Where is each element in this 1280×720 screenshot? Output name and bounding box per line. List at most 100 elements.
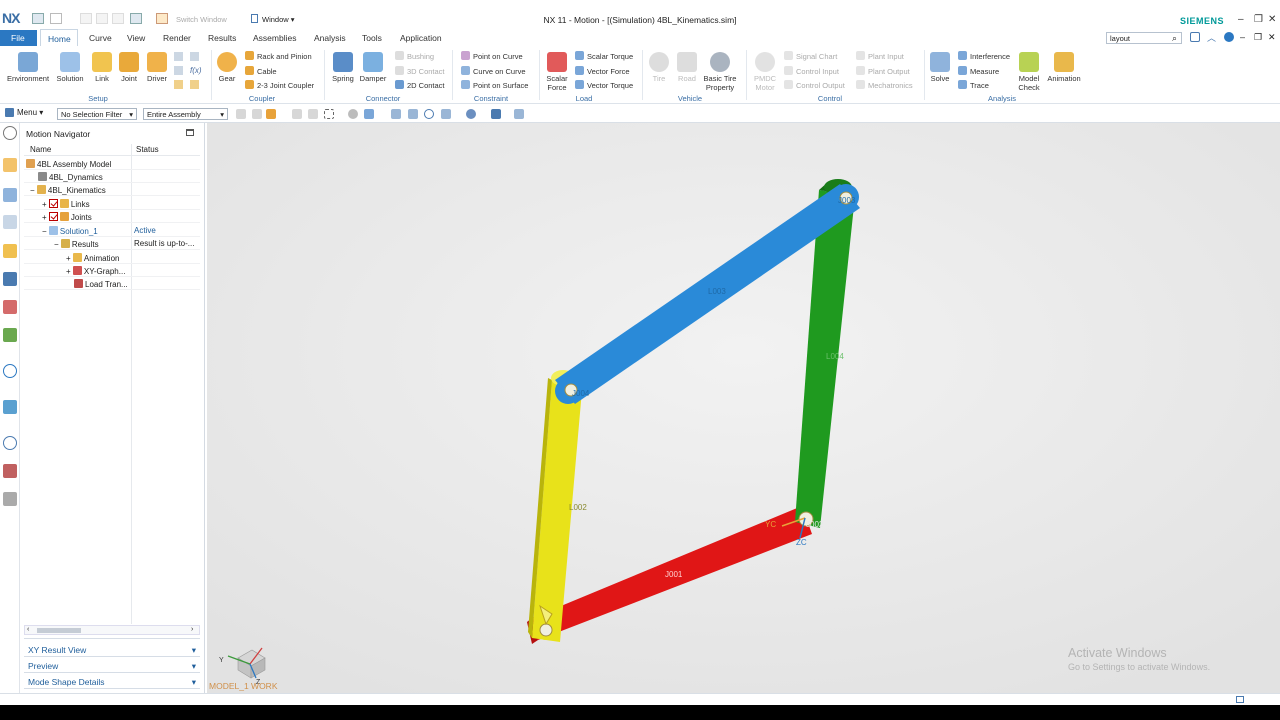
tab-analysis[interactable]: Analysis bbox=[314, 33, 346, 43]
preview-panel[interactable]: Preview ▾ bbox=[24, 659, 200, 673]
pmdc-motor-button[interactable]: PMDC Motor bbox=[750, 52, 780, 92]
expand-icon[interactable]: + bbox=[42, 200, 47, 209]
clock-icon[interactable] bbox=[3, 436, 17, 450]
render-style-icon[interactable] bbox=[466, 109, 476, 119]
joint-coupler-button[interactable]: 2-3 Joint Coupler bbox=[245, 80, 314, 90]
history-icon[interactable] bbox=[3, 364, 17, 378]
animation-button[interactable]: Animation bbox=[1044, 52, 1084, 83]
select-feature-icon[interactable] bbox=[236, 109, 246, 119]
2d-contact-button[interactable]: 2D Contact bbox=[395, 80, 445, 90]
tree-row-dynamics[interactable]: 4BL_Dynamics bbox=[24, 170, 200, 183]
web-browser-icon[interactable] bbox=[3, 328, 17, 342]
constraint-icon[interactable] bbox=[190, 52, 199, 61]
cable-button[interactable]: Cable bbox=[245, 66, 277, 76]
scroll-right-icon[interactable]: › bbox=[191, 626, 193, 633]
scalar-torque-button[interactable]: Scalar Torque bbox=[575, 51, 633, 61]
part-navigator-icon[interactable] bbox=[3, 215, 17, 229]
motion-navigator-icon[interactable] bbox=[3, 158, 17, 172]
reuse-library-icon[interactable] bbox=[3, 272, 17, 286]
select-face-icon[interactable] bbox=[252, 109, 262, 119]
point-on-curve-button[interactable]: Point on Curve bbox=[461, 51, 523, 61]
damper-button[interactable]: Damper bbox=[358, 52, 388, 83]
constraint-navigator-icon[interactable] bbox=[3, 244, 17, 258]
control-output-button[interactable]: Control Output bbox=[784, 80, 845, 90]
maximize-panel-icon[interactable] bbox=[186, 129, 194, 136]
rotate-icon[interactable] bbox=[424, 109, 434, 119]
tab-application[interactable]: Application bbox=[400, 33, 442, 43]
select-edge-icon[interactable] bbox=[308, 109, 318, 119]
solve-button[interactable]: Solve bbox=[928, 52, 952, 83]
status-column-header[interactable]: Status bbox=[136, 145, 159, 154]
vector-force-button[interactable]: Vector Force bbox=[575, 66, 630, 76]
interference-button[interactable]: Interference bbox=[958, 51, 1010, 61]
show-hide-icon[interactable] bbox=[348, 109, 358, 119]
help-icon[interactable] bbox=[1224, 32, 1234, 42]
selection-filter-dropdown[interactable]: No Selection Filter ▾ bbox=[57, 108, 137, 120]
tree-row-links[interactable]: + Links bbox=[24, 197, 200, 210]
process-studio-icon[interactable] bbox=[3, 400, 17, 414]
signal-chart-button[interactable]: Signal Chart bbox=[784, 51, 837, 61]
tab-home[interactable]: Home bbox=[40, 29, 78, 47]
view-cube-icon[interactable] bbox=[364, 109, 374, 119]
section-view-icon[interactable] bbox=[514, 109, 524, 119]
mini-minimize-icon[interactable]: – bbox=[1240, 32, 1245, 42]
hd3d-tools-icon[interactable] bbox=[3, 300, 17, 314]
visibility-checkbox[interactable] bbox=[48, 199, 58, 208]
control-input-button[interactable]: Control Input bbox=[784, 66, 839, 76]
tire-button[interactable]: Tire bbox=[648, 52, 670, 83]
basic-tire-property-button[interactable]: Basic Tire Property bbox=[702, 52, 738, 92]
zoom-icon[interactable] bbox=[408, 109, 418, 119]
measure-button[interactable]: Measure bbox=[958, 66, 999, 76]
tab-results[interactable]: Results bbox=[208, 33, 236, 43]
scrollbar-thumb[interactable] bbox=[37, 628, 81, 633]
command-finder-input[interactable]: layout bbox=[1106, 32, 1182, 44]
joint-j001[interactable] bbox=[539, 623, 553, 637]
sensor-icon[interactable] bbox=[174, 80, 183, 89]
file-tab[interactable]: File bbox=[0, 30, 37, 46]
scope-dropdown[interactable]: Entire Assembly ▾ bbox=[143, 108, 228, 120]
select-curve-icon[interactable] bbox=[292, 109, 302, 119]
close-icon[interactable]: ✕ bbox=[1268, 14, 1276, 25]
tree-row-xy-graph[interactable]: + XY-Graph... bbox=[24, 264, 200, 277]
mode-shape-details-panel[interactable]: Mode Shape Details ▾ bbox=[24, 675, 200, 689]
settings-icon[interactable] bbox=[3, 126, 17, 140]
mechatronics-button[interactable]: Mechatronics bbox=[856, 80, 913, 90]
menu-button[interactable]: Menu ▾ bbox=[17, 108, 43, 117]
scalar-force-button[interactable]: Scalar Force bbox=[543, 52, 571, 92]
marker-icon[interactable] bbox=[174, 52, 183, 61]
plant-input-button[interactable]: Plant Input bbox=[856, 51, 904, 61]
spring-button[interactable]: Spring bbox=[330, 52, 356, 83]
expand-icon[interactable]: + bbox=[42, 213, 47, 222]
tree-row-kinematics[interactable]: − 4BL_Kinematics bbox=[24, 183, 200, 196]
full-screen-icon[interactable] bbox=[1236, 696, 1244, 703]
vector-torque-button[interactable]: Vector Torque bbox=[575, 80, 633, 90]
3d-contact-button[interactable]: 3D Contact bbox=[395, 66, 445, 76]
collapse-icon[interactable]: − bbox=[54, 240, 59, 249]
point-icon[interactable] bbox=[174, 66, 183, 75]
tab-view[interactable]: View bbox=[127, 33, 145, 43]
snap-point-icon[interactable] bbox=[266, 109, 276, 119]
tree-row-results[interactable]: − Results Result is up-to-... bbox=[24, 237, 200, 250]
assembly-navigator-icon[interactable] bbox=[3, 188, 17, 202]
window-layout-icon[interactable] bbox=[1190, 32, 1200, 42]
xy-result-view-panel[interactable]: XY Result View ▾ bbox=[24, 643, 200, 657]
tab-render[interactable]: Render bbox=[163, 33, 191, 43]
rectangle-select-icon[interactable] bbox=[324, 109, 334, 119]
mini-restore-icon[interactable]: ❐ bbox=[1254, 32, 1262, 43]
environment-button[interactable]: Environment bbox=[5, 52, 51, 83]
expand-icon[interactable]: + bbox=[66, 254, 71, 263]
four-bar-linkage-model[interactable]: L002 L003 L004 J001 J004 J003 J002 YC ZC… bbox=[207, 123, 1280, 693]
function-icon[interactable]: f(x) bbox=[190, 66, 202, 75]
model-check-button[interactable]: Model Check bbox=[1016, 52, 1042, 92]
tab-tools[interactable]: Tools bbox=[362, 33, 382, 43]
smart-point-icon[interactable] bbox=[190, 80, 199, 89]
solution-button[interactable]: Solution bbox=[52, 52, 88, 83]
point-on-surface-button[interactable]: Point on Surface bbox=[461, 80, 528, 90]
search-icon[interactable]: ⌕ bbox=[1172, 33, 1177, 44]
graphics-window[interactable]: L002 L003 L004 J001 J004 J003 J002 YC ZC… bbox=[207, 123, 1280, 693]
orient-view-icon[interactable] bbox=[441, 109, 451, 119]
trace-button[interactable]: Trace bbox=[958, 80, 989, 90]
name-column-header[interactable]: Name bbox=[30, 145, 51, 154]
tree-row-solution[interactable]: − Solution_1 Active bbox=[24, 224, 200, 237]
roles-icon[interactable] bbox=[3, 464, 17, 478]
